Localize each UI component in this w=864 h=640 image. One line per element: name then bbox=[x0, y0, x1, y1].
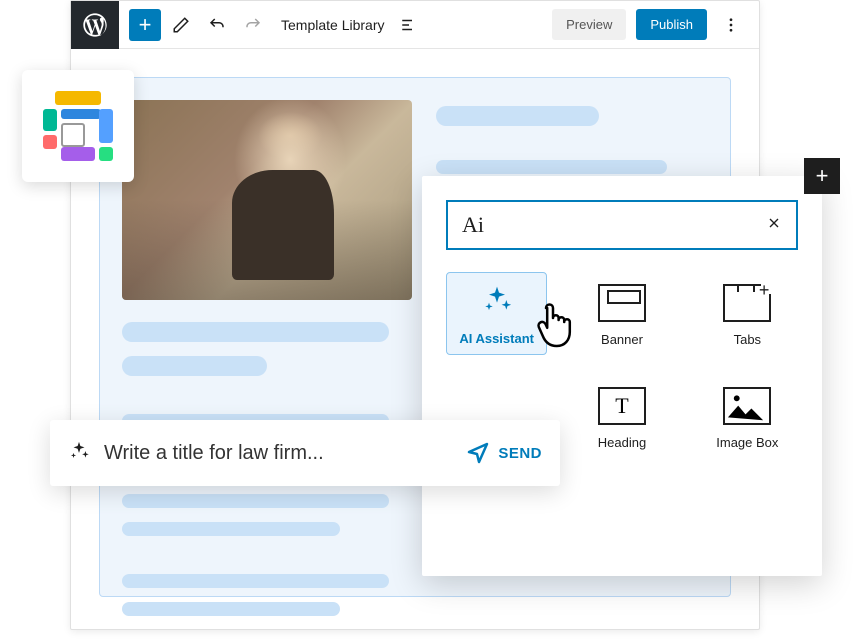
send-button[interactable]: SEND bbox=[466, 441, 542, 465]
block-heading[interactable]: T Heading bbox=[571, 375, 672, 458]
undo-button[interactable] bbox=[201, 9, 233, 41]
add-block-button[interactable]: + bbox=[129, 9, 161, 41]
pencil-icon bbox=[172, 16, 190, 34]
dots-vertical-icon bbox=[722, 16, 740, 34]
block-label: Tabs bbox=[734, 332, 761, 347]
editor-toolbar: + Template Library Preview Publish bbox=[71, 1, 759, 49]
edit-button[interactable] bbox=[165, 9, 197, 41]
preview-button[interactable]: Preview bbox=[552, 9, 626, 40]
placeholder-line bbox=[436, 160, 667, 174]
plugin-logo-card bbox=[22, 70, 134, 182]
placeholder-line bbox=[122, 574, 389, 588]
undo-icon bbox=[208, 16, 226, 34]
block-label: AI Assistant bbox=[459, 331, 534, 346]
send-label: SEND bbox=[498, 445, 542, 462]
banner-icon bbox=[598, 284, 646, 322]
template-library-label[interactable]: Template Library bbox=[281, 17, 385, 33]
placeholder-line bbox=[122, 494, 389, 508]
more-options-button[interactable] bbox=[715, 9, 747, 41]
block-tabs[interactable]: Tabs bbox=[697, 272, 798, 355]
block-banner[interactable]: Banner bbox=[571, 272, 672, 355]
clear-search-button[interactable] bbox=[766, 214, 782, 237]
placeholder-line bbox=[122, 522, 340, 536]
publish-button[interactable]: Publish bbox=[636, 9, 707, 40]
redo-button[interactable] bbox=[237, 9, 269, 41]
sparkle-icon bbox=[481, 284, 513, 321]
placeholder-line bbox=[122, 602, 340, 616]
sparkle-icon bbox=[68, 440, 90, 467]
tabs-icon bbox=[723, 284, 771, 322]
image-box-icon bbox=[723, 387, 771, 425]
stackable-logo-icon bbox=[43, 91, 113, 161]
template-settings-button[interactable] bbox=[393, 9, 425, 41]
placeholder-line bbox=[436, 106, 599, 126]
sliders-icon bbox=[400, 16, 418, 34]
ai-prompt-bar: Write a title for law firm... SEND bbox=[50, 420, 560, 486]
heading-icon: T bbox=[598, 387, 646, 425]
wordpress-icon bbox=[81, 11, 109, 39]
placeholder-line bbox=[122, 356, 267, 376]
block-search-input[interactable] bbox=[462, 212, 756, 238]
placeholder-line bbox=[122, 322, 389, 342]
block-search-row bbox=[446, 200, 798, 250]
redo-icon bbox=[244, 16, 262, 34]
block-label: Image Box bbox=[716, 435, 778, 450]
block-label: Banner bbox=[601, 332, 643, 347]
block-label: Heading bbox=[598, 435, 646, 450]
panel-add-button[interactable]: + bbox=[804, 158, 840, 194]
block-image-box[interactable]: Image Box bbox=[697, 375, 798, 458]
placeholder-image bbox=[122, 100, 412, 300]
wordpress-logo[interactable] bbox=[71, 1, 119, 49]
send-icon bbox=[466, 441, 490, 465]
ai-prompt-input[interactable]: Write a title for law firm... bbox=[104, 442, 452, 465]
block-inserter-panel: + AI Assistant Banner Tabs T Heading bbox=[422, 176, 822, 576]
close-icon bbox=[766, 215, 782, 231]
block-ai-assistant[interactable]: AI Assistant bbox=[446, 272, 547, 355]
